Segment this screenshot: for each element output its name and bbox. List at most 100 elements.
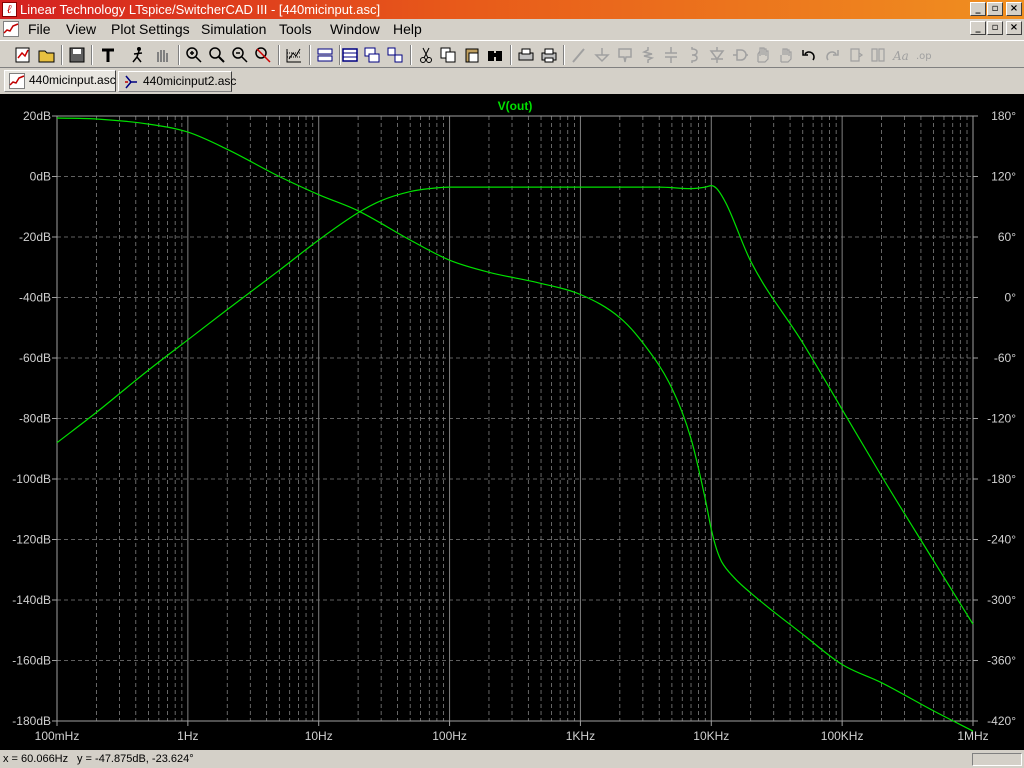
y-tick-label: -100dB: [12, 472, 51, 486]
zoom-out-icon[interactable]: [230, 45, 250, 65]
y-tick-label: -180dB: [12, 714, 51, 728]
y-tick-label: -140dB: [12, 593, 51, 607]
toolbar-separator: [563, 45, 565, 65]
toolbar-separator: [61, 45, 63, 65]
zoom-in-icon[interactable]: [207, 45, 227, 65]
print-icon[interactable]: [539, 45, 559, 65]
resistor-icon[interactable]: [638, 45, 658, 65]
child-close-button[interactable]: ×: [1006, 21, 1022, 35]
tab-label: 440micinput.asc: [29, 73, 116, 87]
run-icon[interactable]: [128, 45, 148, 65]
title-bar: ℓ Linear Technology LTspice/SwitcherCAD …: [0, 0, 1024, 19]
wire-icon[interactable]: [569, 45, 589, 65]
open-icon[interactable]: [37, 45, 57, 65]
status-panel: [972, 753, 1022, 766]
menu-file[interactable]: File: [28, 20, 51, 38]
tile-horizontal-icon[interactable]: [315, 45, 335, 65]
redo-icon[interactable]: [822, 45, 842, 65]
toolbar: Aa .op: [0, 40, 1024, 68]
y2-tick-label: -120°: [987, 412, 1016, 426]
phase-trace: [56, 117, 974, 732]
x-tick-label: 100KHz: [821, 729, 864, 743]
x-tick-label: 10Hz: [305, 729, 333, 743]
x-tick-label: 100mHz: [35, 729, 80, 743]
y-tick-label: -80dB: [19, 412, 51, 426]
tab-440micinput[interactable]: 440micinput.asc: [4, 70, 116, 92]
new-schematic-icon[interactable]: [13, 45, 33, 65]
y2-tick-label: -360°: [987, 654, 1016, 668]
menu-help[interactable]: Help: [393, 20, 422, 38]
status-bar: x = 60.066Hz y = -47.875dB, -23.624°: [0, 751, 1024, 768]
copy-icon[interactable]: [438, 45, 458, 65]
diode-icon[interactable]: [707, 45, 727, 65]
svg-text:.op: .op: [916, 51, 932, 62]
x-tick-label: 1KHz: [566, 729, 595, 743]
waveform-viewer[interactable]: V(out) 20dB 0dB -20dB -40dB -60dB -80dB -100dB -…: [0, 94, 1024, 750]
y-tick-label: -20dB: [19, 230, 51, 244]
find-icon[interactable]: [485, 45, 505, 65]
y2-tick-label: 120°: [991, 170, 1016, 184]
halt-icon[interactable]: [152, 45, 172, 65]
child-minimize-button[interactable]: _: [970, 21, 986, 35]
autorange-icon[interactable]: [284, 45, 304, 65]
zoom-fit-icon[interactable]: [253, 45, 273, 65]
paste-icon[interactable]: [462, 45, 482, 65]
y2-tick-label: -420°: [987, 714, 1016, 728]
y2-tick-label: 180°: [991, 109, 1016, 123]
y-tick-label: -160dB: [12, 654, 51, 668]
close-button[interactable]: ×: [1006, 2, 1022, 16]
menu-view[interactable]: View: [66, 20, 96, 38]
spice-directive-icon[interactable]: .op: [914, 45, 934, 65]
toolbar-separator: [510, 45, 512, 65]
menu-simulation[interactable]: Simulation: [201, 20, 266, 38]
cut-icon[interactable]: [416, 45, 436, 65]
menu-plot-settings[interactable]: Plot Settings: [111, 20, 190, 38]
magnitude-trace: [56, 184, 974, 625]
toolbar-separator: [91, 45, 93, 65]
component-icon[interactable]: [730, 45, 750, 65]
toolbar-separator: [278, 45, 280, 65]
y-tick-label: 0dB: [30, 170, 51, 184]
inductor-icon[interactable]: [684, 45, 704, 65]
undo-icon[interactable]: [799, 45, 819, 65]
drag-icon[interactable]: [776, 45, 796, 65]
schematic-icon: [125, 75, 137, 89]
menu-window[interactable]: Window: [330, 20, 380, 38]
tile-vertical-icon[interactable]: [340, 45, 360, 65]
document-tab-bar: 440micinput.asc 440micinput2.asc: [0, 69, 1024, 93]
svg-text:Aa: Aa: [892, 49, 909, 63]
label-icon[interactable]: [615, 45, 635, 65]
move-icon[interactable]: [753, 45, 773, 65]
control-panel-icon[interactable]: [98, 45, 118, 65]
x-tick-label: 10KHz: [693, 729, 729, 743]
y2-tick-label: 60°: [998, 230, 1016, 244]
cursor-x-readout: x = 60.066Hz: [3, 753, 69, 765]
rotate-icon[interactable]: [845, 45, 865, 65]
bode-plot[interactable]: V(out) 20dB 0dB -20dB -40dB -60dB -80dB -100dB -…: [0, 94, 1024, 750]
ground-icon[interactable]: [592, 45, 612, 65]
tile-windows-icon[interactable]: [385, 45, 405, 65]
save-icon[interactable]: [67, 45, 87, 65]
mirror-icon[interactable]: [868, 45, 888, 65]
cursor-y-readout: y = -47.875dB, -23.624°: [77, 753, 194, 765]
waveform-doc-icon[interactable]: [3, 21, 19, 37]
maximize-button[interactable]: ▫: [987, 2, 1003, 16]
toolbar-separator: [178, 45, 180, 65]
y-tick-label: 20dB: [23, 109, 51, 123]
y2-tick-label: 0°: [1005, 291, 1017, 305]
menu-bar: File View Plot Settings Simulation Tools…: [0, 19, 1024, 39]
tab-440micinput2[interactable]: 440micinput2.asc: [118, 71, 236, 92]
toolbar-separator: [410, 45, 412, 65]
cascade-icon[interactable]: [362, 45, 382, 65]
menu-tools[interactable]: Tools: [279, 20, 312, 38]
ltspice-app-icon[interactable]: ℓ: [2, 2, 17, 17]
y2-tick-label: -180°: [987, 472, 1016, 486]
child-restore-button[interactable]: ▫: [987, 21, 1003, 35]
x-tick-label: 1Hz: [177, 729, 198, 743]
window-title: Linear Technology LTspice/SwitcherCAD II…: [20, 2, 381, 17]
capacitor-icon[interactable]: [661, 45, 681, 65]
print-setup-icon[interactable]: [516, 45, 536, 65]
minimize-button[interactable]: _: [970, 2, 986, 16]
zoom-area-icon[interactable]: [184, 45, 204, 65]
text-icon[interactable]: Aa: [891, 45, 911, 65]
